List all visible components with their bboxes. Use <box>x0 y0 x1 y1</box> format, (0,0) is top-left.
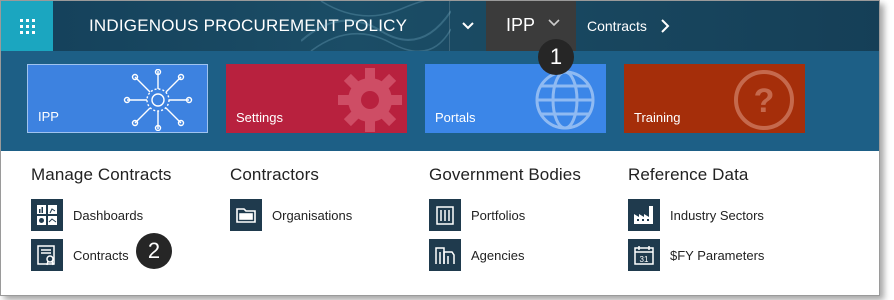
svg-text:31: 31 <box>640 255 649 264</box>
chevron-down-icon <box>461 22 474 30</box>
menu-heading-contractors: Contractors <box>230 165 319 184</box>
calendar-icon: 31 <box>628 239 660 271</box>
dashboard-icon <box>31 199 63 231</box>
chevron-down-icon <box>548 19 560 27</box>
tile-portals[interactable]: Portals <box>425 64 606 133</box>
svg-text:?: ? <box>754 82 775 120</box>
menu-item-label: Dashboards <box>73 207 144 223</box>
menu-column-reference-data: Reference Data <box>628 165 748 185</box>
menu-item-label: Organisations <box>272 207 353 223</box>
globe-icon <box>535 70 595 130</box>
callout-badge-2: 2 <box>136 233 172 269</box>
menu-item-fy-parameters[interactable]: 31 $FY Parameters <box>628 239 764 271</box>
buildings-icon <box>429 239 461 271</box>
menu-item-organisations[interactable]: Organisations <box>230 199 352 231</box>
tile-portals-label: Portals <box>435 110 476 125</box>
menu-item-agencies[interactable]: Agencies <box>429 239 524 271</box>
tile-training[interactable]: ? Training <box>624 64 805 133</box>
top-nav-bar: INDIGENOUS PROCUREMENT POLICY IPP Contra… <box>1 1 879 51</box>
chevron-right-icon <box>661 19 670 33</box>
certificate-icon <box>31 239 63 271</box>
ipp-menu-label: IPP <box>506 15 536 35</box>
title-dropdown-button[interactable] <box>449 1 485 51</box>
tile-settings-label: Settings <box>236 110 283 125</box>
menu-heading-government-bodies: Government Bodies <box>429 165 581 184</box>
menu-item-contracts[interactable]: Contracts <box>31 239 129 271</box>
indigenous-art-icon <box>123 69 193 131</box>
tile-ipp-label: IPP <box>38 109 59 124</box>
menu-heading-reference-data: Reference Data <box>628 165 749 184</box>
breadcrumb-contracts[interactable]: Contracts <box>587 18 647 34</box>
waffle-icon <box>19 18 35 34</box>
menu-column-government-bodies: Government Bodies <box>429 165 581 185</box>
tile-settings[interactable]: Settings <box>226 64 407 133</box>
menu-item-label: Industry Sectors <box>670 207 764 223</box>
app-launcher-button[interactable] <box>1 1 53 51</box>
menu-item-label: Portfolios <box>471 207 526 223</box>
menu-item-dashboards[interactable]: Dashboards <box>31 199 143 231</box>
menu-heading-manage-contracts: Manage Contracts <box>31 165 172 184</box>
folder-icon <box>230 199 262 231</box>
menu-item-portfolios[interactable]: Portfolios <box>429 199 525 231</box>
menu-item-label: Agencies <box>471 247 525 263</box>
menu-item-industry-sectors[interactable]: Industry Sectors <box>628 199 764 231</box>
menu-item-label: Contracts <box>73 247 129 263</box>
menu-column-contractors: Contractors <box>230 165 319 185</box>
tile-ipp[interactable]: IPP <box>27 64 208 133</box>
tile-training-label: Training <box>634 110 681 125</box>
menu-column-manage-contracts: Manage Contracts <box>31 165 172 185</box>
tiles-band: IPP Settings Portals ? Training <box>1 51 879 151</box>
building-icon <box>429 199 461 231</box>
app-frame: INDIGENOUS PROCUREMENT POLICY IPP Contra… <box>0 0 880 296</box>
callout-badge-1: 1 <box>538 39 574 75</box>
decorative-pattern <box>301 1 451 51</box>
question-circle-icon: ? <box>734 70 794 130</box>
factory-icon <box>628 199 660 231</box>
gear-icon <box>338 68 402 132</box>
menu-item-label: $FY Parameters <box>670 247 765 263</box>
